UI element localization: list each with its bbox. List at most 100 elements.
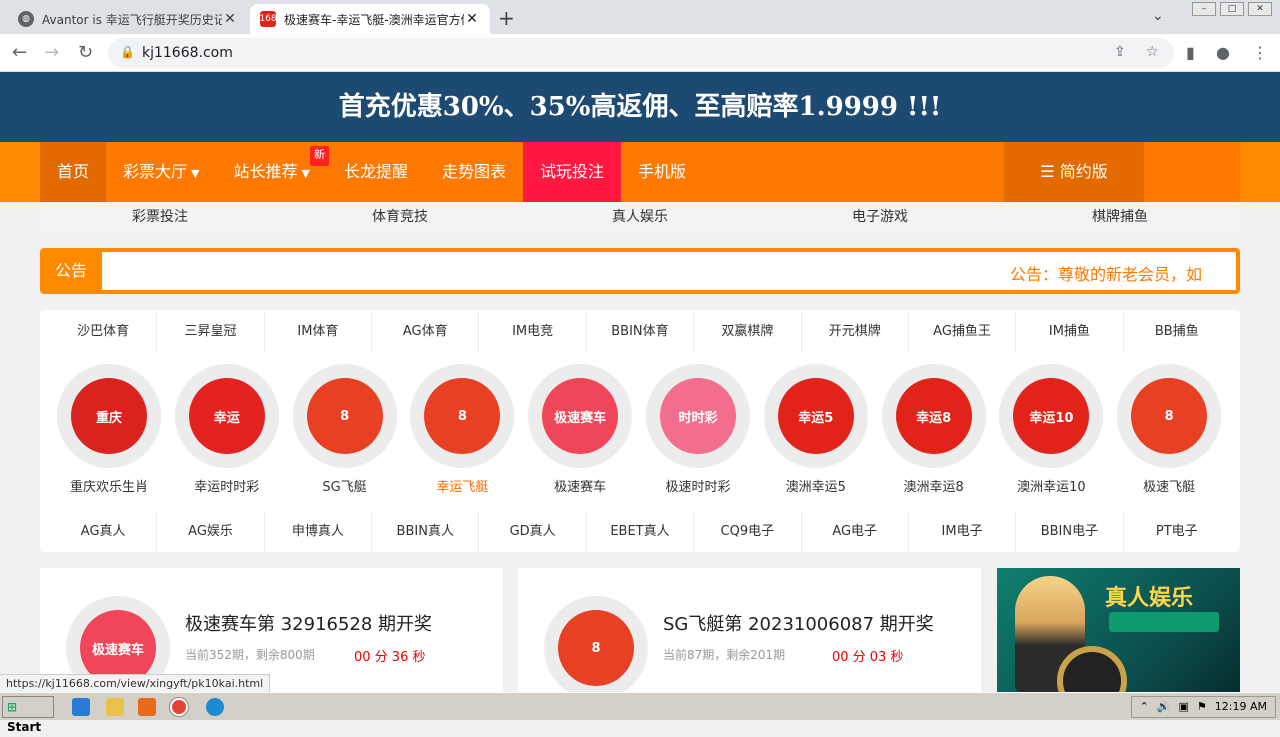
folder-icon[interactable] <box>106 698 124 716</box>
platform-link[interactable]: AG捕鱼王 <box>909 312 1017 352</box>
side-panel-icon[interactable]: ▮ <box>1186 43 1195 62</box>
volume-icon[interactable]: 🔊 <box>1157 697 1171 717</box>
share-icon[interactable]: ⇪ <box>1114 44 1126 60</box>
subnav-item[interactable]: 电子游戏 <box>760 202 1000 232</box>
draw-card-2[interactable]: 8 SG飞艇第 20231006087 期开奖 当前87期，剩余201期 00 … <box>518 568 981 692</box>
media-player-icon[interactable] <box>138 698 156 716</box>
bookmark-star-icon[interactable]: ☆ <box>1146 44 1159 60</box>
subnav-item[interactable]: 真人娱乐 <box>520 202 760 232</box>
browser-tab-1[interactable]: ◍ Avantor is 幸运飞行艇开奖历史记录 ✕ <box>8 4 248 34</box>
platform-link[interactable]: 开元棋牌 <box>802 312 909 352</box>
game-tile[interactable]: 时时彩 极速时时彩 <box>639 364 757 495</box>
nav-trial-bet[interactable]: 试玩投注 <box>523 142 622 202</box>
game-logo: 幸运5 <box>777 378 854 454</box>
url-input[interactable]: 🔒 kj11668.com ⇪ ☆ <box>108 38 1174 68</box>
clock: 12:19 AM <box>1214 700 1267 713</box>
game-logo: 时时彩 <box>660 378 736 454</box>
platform-link[interactable]: BBIN电子 <box>1016 512 1124 552</box>
profile-avatar-icon[interactable]: ● <box>1216 43 1230 62</box>
game-tile[interactable]: 幸运 幸运时时彩 <box>168 364 286 495</box>
game-logo: 幸运10 <box>1013 378 1090 454</box>
game-logo-ring: 幸运10 <box>999 364 1104 468</box>
promo-title: 真人娱乐 <box>1105 586 1194 611</box>
platform-link[interactable]: IM捕鱼 <box>1016 312 1124 352</box>
game-tile[interactable]: 8 SG飞艇 <box>286 364 404 495</box>
ie-icon[interactable] <box>72 698 90 716</box>
live-casino-promo[interactable]: 真人娱乐 <box>997 568 1240 692</box>
game-tile[interactable]: 幸运5 澳洲幸运5 <box>757 364 875 495</box>
platform-link[interactable]: BB捕鱼 <box>1124 312 1230 352</box>
tab-title: Avantor is 幸运飞行艇开奖历史记录 <box>42 12 222 27</box>
platform-link[interactable]: IM电子 <box>909 512 1017 552</box>
simple-version-button[interactable]: ☰ 简约版 <box>1004 142 1144 202</box>
nav-trend-charts[interactable]: 走势图表 <box>425 142 523 202</box>
chrome-icon[interactable] <box>170 698 188 716</box>
game-logo-ring: 8 <box>544 596 648 692</box>
maximize-button[interactable]: □ <box>1220 2 1244 16</box>
platform-link[interactable]: AG真人 <box>50 512 158 552</box>
reload-icon[interactable]: ↻ <box>78 42 93 63</box>
platform-link[interactable]: GD真人 <box>479 512 587 552</box>
notice-marquee[interactable]: 公告：尊敬的新老会员，如 <box>1010 261 1202 285</box>
nav-lottery-hall[interactable]: 彩票大厅 ▼ <box>106 142 216 202</box>
subnav-item[interactable]: 体育竞技 <box>280 202 520 232</box>
url-text: kj11668.com <box>142 45 233 61</box>
platform-link[interactable]: AG体育 <box>372 312 480 352</box>
subnav-item[interactable]: 棋牌捕鱼 <box>1000 202 1240 232</box>
nav-mobile[interactable]: 手机版 <box>621 142 703 202</box>
platform-link[interactable]: 沙巴体育 <box>50 312 158 352</box>
tab-title: 极速赛车-幸运飞艇-澳洲幸运官方体 <box>284 12 464 27</box>
nav-recommend[interactable]: 站长推荐 ▼ 新 <box>217 142 329 202</box>
minimize-button[interactable]: – <box>1192 2 1216 16</box>
tray-arrow-icon[interactable]: ⌃ <box>1140 697 1149 717</box>
subnav-item[interactable]: 彩票投注 <box>40 202 280 232</box>
platform-link[interactable]: EBET真人 <box>587 512 695 552</box>
platform-link[interactable]: AG娱乐 <box>157 512 265 552</box>
promo-band <box>1109 612 1219 632</box>
lock-icon[interactable]: 🔒 <box>120 45 135 59</box>
game-logo: 8 <box>1131 378 1208 454</box>
browser-tab-bar: ◍ Avantor is 幸运飞行艇开奖历史记录 ✕ 168 极速赛车-幸运飞艇… <box>0 0 1280 34</box>
game-tile[interactable]: 极速赛车 极速赛车 <box>521 364 639 495</box>
flag-icon[interactable]: ⚑ <box>1197 697 1207 717</box>
platform-link[interactable]: IM电竞 <box>479 312 587 352</box>
back-arrow-icon[interactable]: ← <box>12 42 27 63</box>
start-button[interactable]: ⊞ Start <box>2 696 54 734</box>
platform-link[interactable]: BBIN体育 <box>587 312 695 352</box>
platform-link[interactable]: 三昇皇冠 <box>157 312 265 352</box>
platform-link[interactable]: PT电子 <box>1124 512 1230 552</box>
forward-arrow-icon[interactable]: → <box>44 42 59 63</box>
main-nav: 首页 彩票大厅 ▼ 站长推荐 ▼ 新 长龙提醒 走势图表 试玩投注 手机版 ☰ 简约版 <box>40 142 1240 202</box>
game-logo: 极速赛车 <box>542 378 619 454</box>
edge-icon[interactable] <box>206 698 224 716</box>
platform-link[interactable]: AG电子 <box>802 512 909 552</box>
game-tile[interactable]: 幸运10 澳洲幸运10 <box>992 364 1110 495</box>
platform-link[interactable]: CQ9电子 <box>694 512 802 552</box>
game-tile[interactable]: 幸运8 澳洲幸运8 <box>875 364 993 495</box>
game-tile[interactable]: 8 极速飞艇 <box>1110 364 1228 495</box>
menu-kebab-icon[interactable]: ⋮ <box>1252 43 1268 62</box>
tab-search-chevron-icon[interactable]: ⌄ <box>1152 8 1164 24</box>
draw-progress: 当前352期，剩余800期 <box>185 648 315 662</box>
platform-link[interactable]: BBIN真人 <box>372 512 480 552</box>
promo-banner: 首充优惠30%、35%高返佣、至高赔率1.9999 !!! <box>0 72 1280 142</box>
platform-link[interactable]: IM体育 <box>265 312 373 352</box>
platform-link[interactable]: 申博真人 <box>265 512 373 552</box>
nav-long-dragon[interactable]: 长龙提醒 <box>327 142 425 202</box>
game-logo: 幸运8 <box>895 378 972 454</box>
game-tile[interactable]: 8 幸运飞艇 <box>403 364 521 495</box>
browser-tab-2[interactable]: 168 极速赛车-幸运飞艇-澳洲幸运官方体 ✕ <box>250 4 490 34</box>
platform-link[interactable]: 双赢棋牌 <box>694 312 802 352</box>
window-controls: – □ ✕ <box>1192 2 1272 16</box>
game-logo-ring: 8 <box>1117 364 1222 468</box>
game-tile[interactable]: 重庆 重庆欢乐生肖 <box>50 364 168 495</box>
draw-title: SG飞艇第 20231006087 期开奖 <box>663 614 934 635</box>
close-tab-icon[interactable]: ✕ <box>464 11 480 27</box>
game-logo-ring: 幸运 <box>174 364 279 468</box>
new-tab-button[interactable]: + <box>498 6 515 30</box>
nav-home[interactable]: 首页 <box>40 142 107 202</box>
network-icon[interactable]: ▣ <box>1179 697 1189 717</box>
close-window-button[interactable]: ✕ <box>1248 2 1272 16</box>
game-name: 重庆欢乐生肖 <box>69 480 148 495</box>
close-tab-icon[interactable]: ✕ <box>222 11 238 27</box>
